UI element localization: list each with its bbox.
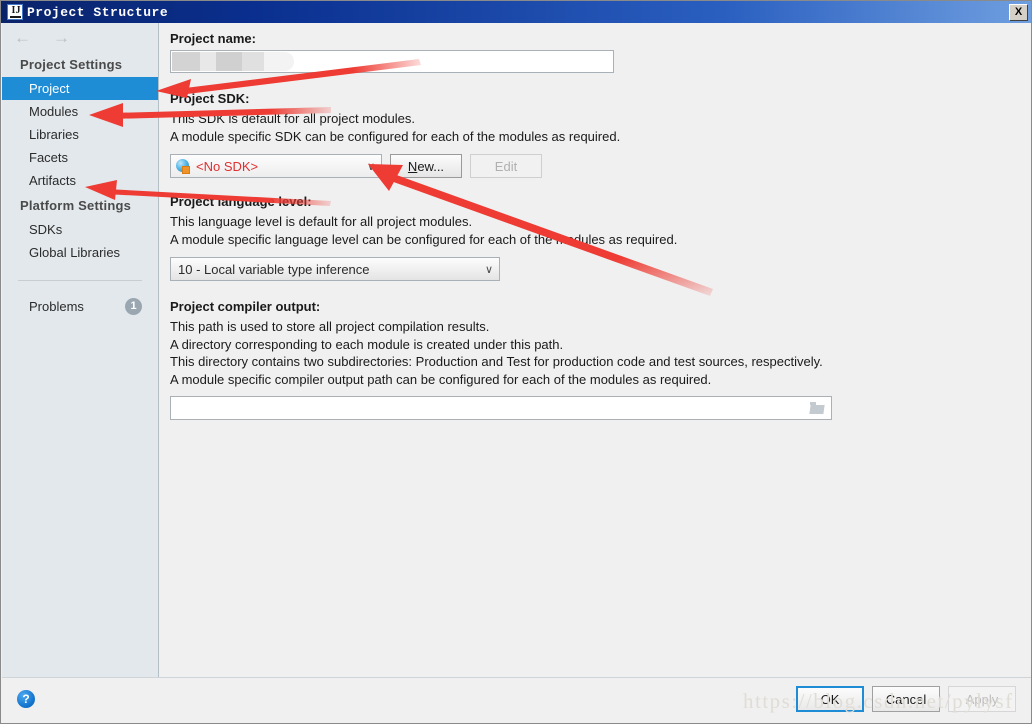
dialog-footer: ? OK Cancel Apply [2,677,1031,722]
sidebar-group-platform-settings: Platform Settings [20,198,132,213]
project-language-level-desc-1: This language level is default for all p… [170,214,473,229]
sidebar-item-facets[interactable]: Facets [2,146,158,169]
sidebar-item-project[interactable]: Project [2,77,158,100]
project-language-level-row: 10 - Local variable type inference ∨ [170,257,1031,281]
project-compiler-output-desc-2: A directory corresponding to each module… [170,336,564,352]
sidebar-item-global-libraries[interactable]: Global Libraries [2,241,158,264]
settings-sidebar: ← → Project Settings Project Modules Lib… [2,23,159,679]
sidebar-item-problems[interactable]: Problems 1 [2,295,158,317]
project-sdk-desc-2: A module specific SDK can be configured … [170,128,621,144]
project-compiler-output-desc-4: A module specific compiler output path c… [170,371,712,387]
intellij-idea-icon [7,4,24,20]
cancel-button[interactable]: Cancel [872,686,940,712]
window-titlebar: Project Structure X [1,1,1031,23]
new-sdk-accel: N [407,158,418,174]
arrow-right-icon[interactable]: → [53,29,70,46]
folder-icon[interactable] [809,402,825,414]
problems-count-badge: 1 [125,297,142,315]
project-sdk-row: <No SDK> ∨ New... Edit [170,154,1031,178]
project-name-input[interactable] [170,50,614,73]
new-sdk-suffix: ew... [417,158,445,174]
sidebar-item-artifacts[interactable]: Artifacts [2,169,158,192]
navigation-arrows: ← → [2,23,158,51]
project-sdk-value: <No SDK> [196,158,259,174]
project-language-level-label: Project language level: [170,194,312,209]
sidebar-item-modules[interactable]: Modules [2,100,158,123]
project-structure-dialog: Project Structure X ← → Project Settings… [0,0,1032,724]
window-title: Project Structure [27,4,169,20]
close-icon[interactable]: X [1009,3,1028,21]
project-sdk-dropdown[interactable]: <No SDK> ∨ [170,154,382,178]
project-compiler-output-desc-1: This path is used to store all project c… [170,319,490,334]
project-sdk-desc-1: This SDK is default for all project modu… [170,111,415,126]
chevron-down-icon: ∨ [366,160,376,173]
chevron-down-icon: ∨ [484,263,494,276]
sidebar-group-project-settings: Project Settings [20,57,123,72]
edit-sdk-button[interactable]: Edit [470,154,542,178]
sidebar-item-problems-label: Problems [29,298,84,314]
apply-button[interactable]: Apply [948,686,1016,712]
ok-button[interactable]: OK [796,686,864,712]
sidebar-divider [18,280,142,281]
project-compiler-output-field[interactable] [170,396,832,420]
project-sdk-label: Project SDK: [170,91,250,106]
help-question-icon[interactable]: ? [17,690,35,708]
project-language-level-value: 10 - Local variable type inference [178,261,370,277]
project-compiler-output-desc-3: This directory contains two subdirectori… [170,354,823,369]
project-language-level-dropdown[interactable]: 10 - Local variable type inference ∨ [170,257,500,281]
arrow-left-icon[interactable]: ← [14,29,31,46]
project-name-label: Project name: [170,31,256,46]
new-sdk-button[interactable]: New... [390,154,462,178]
sidebar-item-sdks[interactable]: SDKs [2,218,158,241]
project-settings-panel: Project name: Project SDK: This SDK is d… [160,23,1031,679]
redaction-overlay [172,52,294,71]
sdk-sphere-icon [176,158,191,174]
sidebar-item-libraries[interactable]: Libraries [2,123,158,146]
project-compiler-output-label: Project compiler output: [170,299,321,314]
dialog-action-buttons: OK Cancel Apply [796,686,1016,712]
project-language-level-desc-2: A module specific language level can be … [170,231,678,247]
project-compiler-output-input[interactable] [177,399,810,417]
